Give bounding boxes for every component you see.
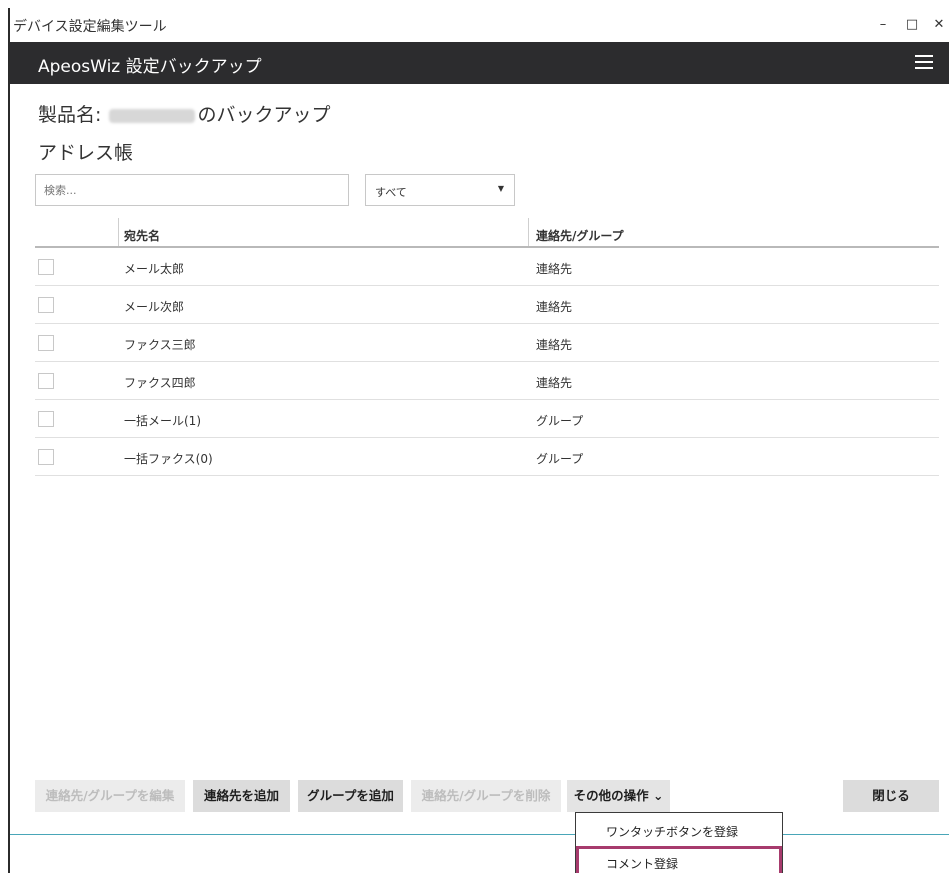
row-type: 連絡先: [536, 338, 573, 352]
edit-button[interactable]: 連絡先/グループを編集: [35, 780, 185, 812]
product-name: 製品名: のバックアップ: [38, 100, 330, 127]
menu-item-label: ワンタッチボタンを登録: [606, 825, 739, 839]
row-type: 連絡先: [536, 262, 573, 276]
chevron-down-icon: ⌄: [648, 788, 664, 803]
table-row[interactable]: メール次郎 連絡先: [35, 286, 939, 324]
row-type: グループ: [536, 452, 584, 466]
app-title: ApeosWiz 設定バックアップ: [38, 57, 262, 77]
table-row[interactable]: ファクス四郎 連絡先: [35, 362, 939, 400]
address-table: 宛先名 連絡先/グループ メール太郎 連絡先 メール次郎 連絡先 ファクス三郎 …: [35, 218, 939, 476]
redacted-product-model: [109, 108, 196, 123]
maximize-button[interactable]: □: [901, 14, 923, 36]
add-group-button[interactable]: グループを追加: [298, 780, 403, 812]
more-actions-dropdown: ワンタッチボタンを登録 コメント登録: [575, 812, 783, 873]
table-row[interactable]: 一括メール(1) グループ: [35, 400, 939, 438]
more-actions-button[interactable]: その他の操作 ⌄: [567, 780, 670, 812]
search-input[interactable]: [35, 174, 349, 206]
column-divider: [118, 218, 119, 246]
window-title: デバイス設定編集ツール: [13, 19, 167, 35]
row-checkbox[interactable]: [38, 449, 54, 465]
table-row[interactable]: 一括ファクス(0) グループ: [35, 438, 939, 476]
row-name: 一括メール(1): [124, 414, 201, 428]
app-header: ApeosWiz 設定バックアップ: [10, 42, 949, 84]
menu-item-label: コメント登録: [606, 857, 679, 871]
row-name: ファクス三郎: [124, 338, 196, 352]
menu-item-register-comment[interactable]: コメント登録: [576, 846, 782, 873]
row-checkbox[interactable]: [38, 297, 54, 313]
row-checkbox[interactable]: [38, 373, 54, 389]
row-type: 連絡先: [536, 300, 573, 314]
column-header-name[interactable]: 宛先名: [124, 227, 160, 244]
filter-selected-value: すべて: [375, 186, 407, 199]
row-name: メール次郎: [124, 300, 185, 314]
table-header: 宛先名 連絡先/グループ: [35, 218, 939, 248]
product-label: 製品名:: [38, 104, 108, 126]
row-checkbox[interactable]: [38, 259, 54, 275]
footer-divider: [10, 834, 949, 835]
caret-down-icon: ▼: [497, 184, 504, 193]
minimize-button[interactable]: –: [872, 14, 894, 36]
app-window: デバイス設定編集ツール – □ ✕ ApeosWiz 設定バックアップ 製品名:…: [8, 8, 949, 873]
hamburger-menu-icon[interactable]: [913, 51, 935, 73]
row-type: グループ: [536, 414, 584, 428]
column-divider: [528, 218, 529, 246]
section-title: アドレス帳: [38, 142, 134, 164]
row-type: 連絡先: [536, 376, 573, 390]
delete-button[interactable]: 連絡先/グループを削除: [411, 780, 561, 812]
menu-item-register-one-touch[interactable]: ワンタッチボタンを登録: [576, 814, 782, 846]
table-row[interactable]: ファクス三郎 連絡先: [35, 324, 939, 362]
row-name: 一括ファクス(0): [124, 452, 213, 466]
table-row[interactable]: メール太郎 連絡先: [35, 248, 939, 286]
row-name: ファクス四郎: [124, 376, 196, 390]
close-button[interactable]: 閉じる: [843, 780, 939, 812]
title-bar: デバイス設定編集ツール – □ ✕: [10, 8, 949, 42]
column-header-type[interactable]: 連絡先/グループ: [536, 227, 624, 244]
row-checkbox[interactable]: [38, 411, 54, 427]
product-suffix: のバックアップ: [197, 104, 331, 126]
close-window-button[interactable]: ✕: [928, 14, 949, 36]
row-name: メール太郎: [124, 262, 185, 276]
more-actions-label: その他の操作: [573, 788, 649, 803]
filter-select[interactable]: すべて ▼: [365, 174, 515, 206]
add-contact-button[interactable]: 連絡先を追加: [193, 780, 290, 812]
row-checkbox[interactable]: [38, 335, 54, 351]
